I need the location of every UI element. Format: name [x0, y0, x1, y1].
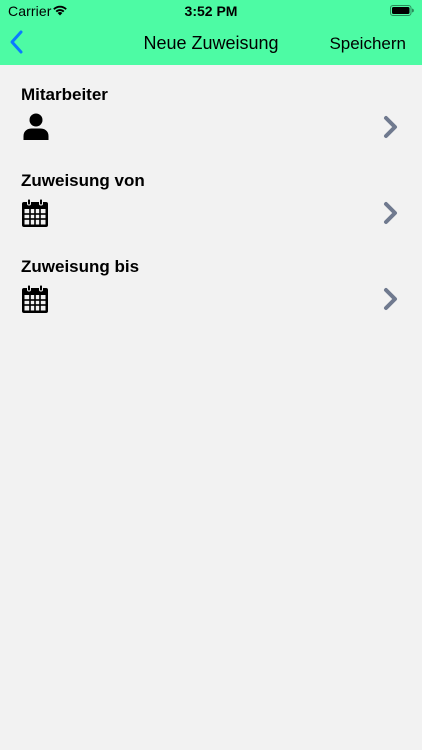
chevron-right-icon — [384, 116, 397, 138]
chevron-right-icon — [384, 202, 397, 224]
calendar-icon — [22, 198, 48, 227]
status-bar: Carrier 3:52 PM — [0, 0, 422, 22]
assignment-from-label: Zuweisung von — [21, 171, 145, 190]
calendar-icon — [22, 284, 48, 313]
assignment-until-label: Zuweisung bis — [21, 257, 140, 276]
person-icon — [23, 113, 49, 140]
assignment-from-row[interactable]: Zuweisung von — [0, 151, 422, 237]
employee-label: Mitarbeiter — [21, 85, 108, 104]
assignment-until-row[interactable]: Zuweisung bis — [0, 237, 422, 323]
screen: Carrier 3:52 PM Neue Zuweisung Speichern — [0, 0, 422, 750]
employee-row[interactable]: Mitarbeiter — [0, 65, 422, 151]
battery-icon — [390, 5, 414, 16]
navigation-bar: Neue Zuweisung Speichern — [0, 22, 422, 65]
save-button[interactable]: Speichern — [329, 34, 406, 54]
top-bar: Carrier 3:52 PM Neue Zuweisung Speichern — [0, 0, 422, 65]
chevron-right-icon — [384, 288, 397, 310]
assignment-form: Mitarbeiter Zuweisung von Zuweisung bis — [0, 65, 422, 323]
status-time: 3:52 PM — [184, 3, 238, 19]
